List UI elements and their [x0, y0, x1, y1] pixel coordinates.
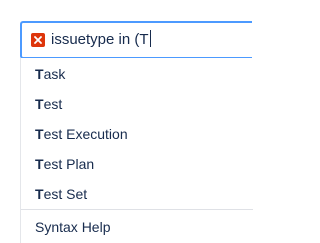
error-icon	[31, 33, 45, 47]
suggestion-label: est Set	[43, 186, 88, 202]
suggestion-label: est Plan	[43, 156, 95, 172]
text-caret	[149, 30, 151, 47]
suggestion-match: T	[35, 156, 44, 172]
suggestion-test-set[interactable]: Test Set	[21, 179, 253, 209]
suggestion-task[interactable]: Task	[21, 59, 253, 89]
syntax-help-link[interactable]: Syntax Help	[21, 212, 253, 242]
suggestion-match: T	[35, 126, 44, 142]
suggestion-test-plan[interactable]: Test Plan	[21, 149, 253, 179]
query-text: issuetype in (T	[51, 30, 151, 48]
suggestion-match: T	[35, 66, 44, 82]
suggestion-label: ask	[43, 66, 66, 82]
jql-autocomplete: issuetype in (T Task Test Test Execution…	[0, 0, 253, 243]
suggestion-label: est Execution	[43, 126, 128, 142]
suggestion-match: T	[35, 186, 44, 202]
suggestion-dropdown: Task Test Test Execution Test Plan Test …	[20, 58, 253, 243]
jql-query-input[interactable]: issuetype in (T	[20, 21, 252, 59]
suggestion-label: est	[43, 96, 63, 112]
suggestion-test-execution[interactable]: Test Execution	[21, 119, 253, 149]
suggestion-test[interactable]: Test	[21, 89, 253, 119]
suggestion-match: T	[35, 96, 44, 112]
divider	[21, 209, 253, 210]
